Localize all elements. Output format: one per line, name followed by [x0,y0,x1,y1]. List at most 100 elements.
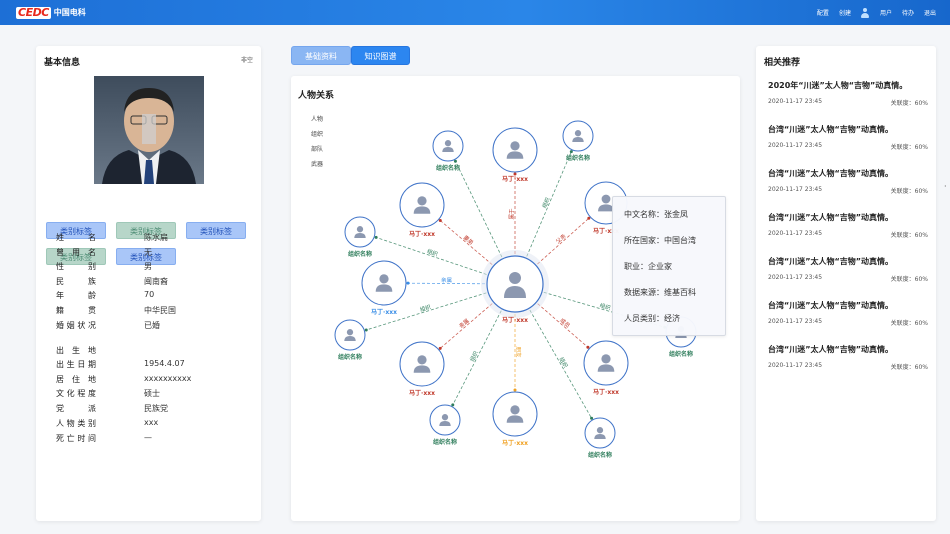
news-meta: 2020-11-17 23:45 关联度：60% [768,362,928,371]
info-value: 1954.4.07 [144,359,185,368]
info-key: 性别 [56,262,96,271]
logo-text: 中国电科 [53,8,86,17]
tab-basic-profile[interactable]: 基础资料 [291,46,351,65]
node-label: 组织名称 [433,438,457,446]
edge-label: 组织 [599,301,612,312]
node-tooltip: 中文名称：张金凤 所在国家：中国台湾 职业：企业家 数据来源：维基百科 人员类别… [612,196,726,336]
person-icon [441,414,449,421]
graph-node[interactable]: 组织名称 [584,417,616,459]
news-item[interactable]: 台湾“川迷”太人物“吉物”动真情。 2020-11-17 23:45 关联度：60% [768,300,928,327]
info-key: 年龄 [56,291,96,300]
news-title[interactable]: 台湾“川迷”太人物“吉物”动真情。 [768,168,928,180]
news-date: 2020-11-17 23:45 [768,362,823,369]
graph-node[interactable]: 组织名称 [344,216,376,258]
edge-arrow [451,403,455,407]
news-title[interactable]: 台湾“川迷”太人物“吉物”动真情。 [768,124,928,136]
news-item[interactable]: 台湾“川迷”太人物“吉物”动真情。 2020-11-17 23:45 关联度：60% [768,344,928,371]
scroll-indicator[interactable]: · [944,182,947,191]
graph-node[interactable]: 马丁·xxx [399,341,445,397]
news-meta: 2020-11-17 23:45 关联度：60% [768,98,928,107]
news-item[interactable]: 台湾“川迷”太人物“吉物”动真情。 2020-11-17 23:45 关联度：60% [768,124,928,151]
edge-arrow [406,281,410,285]
edge-arrow [453,159,457,163]
person-icon [509,272,521,284]
nav-create[interactable]: 创建 [839,8,851,17]
news-date: 2020-11-17 23:45 [768,98,823,105]
info-value: xxxxxxxxxx [144,374,192,383]
graph-node[interactable]: 马丁·xxx [583,340,629,396]
graph-node[interactable]: 组织名称 [432,130,464,172]
news-relevance: 关联度：60% [890,320,928,327]
info-value: 陈水扁 [144,233,168,242]
person-icon [510,141,520,151]
info-value: 硕士 [144,389,160,398]
graph-node[interactable]: 组织名称 [562,120,594,162]
tooltip-country: 所在国家：中国台湾 [624,236,696,245]
info-key: 人物类别 [56,419,96,428]
basic-info-panel: 基本信息 非空 类别标签 类别标签 类别标签 类别标签 类别标签 姓名 陈水扁 曾用… [36,46,261,521]
node-label: 马丁·xxx [593,388,619,396]
news-relevance: 关联度：60% [890,232,928,239]
edge-arrow [374,235,378,239]
category-tag[interactable]: 类别标签 [186,222,246,239]
nav-user[interactable]: 用户 [880,8,892,17]
graph-node[interactable]: 马丁·xxx [361,260,407,316]
edge-arrow [590,416,594,420]
graph-node[interactable]: 马丁·xxx [399,182,445,238]
info-value: 已婚 [144,321,160,330]
tooltip-name: 中文名称：张金凤 [624,210,688,219]
info-key: 出生日期 [56,360,96,369]
info-key: 文化程度 [56,389,96,398]
nav-config[interactable]: 配置 [817,8,829,17]
edge-label: 亲属 [457,317,471,330]
news-meta: 2020-11-17 23:45 关联度：60% [768,142,928,151]
center-node[interactable]: 马丁·xxx [481,250,549,324]
user-icon[interactable] [861,7,870,18]
news-title[interactable]: 台湾“川迷”太人物“吉物”动真情。 [768,344,928,356]
node-label: 马丁·xxx [409,230,435,238]
graph-node[interactable]: 组织名称 [429,404,461,446]
info-key: 死亡时间 [56,434,96,443]
person-icon [417,196,427,206]
edge-arrow [364,328,368,332]
person-icon [574,130,582,137]
person-icon [601,354,611,364]
nav-todo[interactable]: 待办 [902,8,914,17]
person-icon [444,140,452,147]
edge-label: 妻弟 [462,233,476,247]
node-label: 马丁·xxx [502,439,528,447]
news-relevance: 关联度：60% [890,276,928,283]
edge-label: 组织 [419,302,432,313]
news-item[interactable]: 台湾“川迷”太人物“吉物”动真情。 2020-11-17 23:45 关联度：60% [768,168,928,195]
news-item[interactable]: 2020年“川迷”太人物“吉物”动真情。 2020-11-17 23:45 关联度：… [768,80,928,107]
news-date: 2020-11-17 23:45 [768,318,823,325]
tooltip-job: 职业：企业家 [624,262,672,271]
news-date: 2020-11-17 23:45 [768,142,823,149]
top-header: CEDC 中国电科 配置 创建 用户 待办 退出 [0,0,950,25]
person-icon [601,194,611,204]
graph-node[interactable]: 组织名称 [334,319,366,361]
brand-logo[interactable]: CEDC 中国电科 [16,6,86,19]
person-icon [417,355,427,365]
edge-arrow [438,346,442,350]
graph-node[interactable]: 马丁·xxx [492,391,538,447]
node-label: 马丁·xxx [371,308,397,316]
news-title[interactable]: 2020年“川迷”太人物“吉物”动真情。 [768,80,928,92]
news-item[interactable]: 台湾“川迷”太人物“吉物”动真情。 2020-11-17 23:45 关联度：60% [768,212,928,239]
panel-extra[interactable]: 非空 [241,55,253,64]
node-label: 组织名称 [566,154,590,162]
tab-knowledge-graph[interactable]: 知识图谱 [351,46,410,65]
news-relevance: 关联度：60% [890,100,928,107]
news-title[interactable]: 台湾“川迷”太人物“吉物”动真情。 [768,212,928,224]
news-meta: 2020-11-17 23:45 关联度：60% [768,318,928,327]
edge-arrow [438,219,442,223]
info-value: 闽南裔 [144,277,168,286]
edge-label: 父亲 [554,232,568,246]
news-title[interactable]: 台湾“川迷”太人物“吉物”动真情。 [768,256,928,268]
node-label: 组织名称 [588,451,612,459]
tooltip-source: 数据来源：维基百科 [624,288,696,297]
nav-logout[interactable]: 退出 [924,8,936,17]
news-item[interactable]: 台湾“川迷”太人物“吉物”动真情。 2020-11-17 23:45 关联度：60% [768,256,928,283]
news-title[interactable]: 台湾“川迷”太人物“吉物”动真情。 [768,300,928,312]
info-key: 党派 [56,404,96,413]
